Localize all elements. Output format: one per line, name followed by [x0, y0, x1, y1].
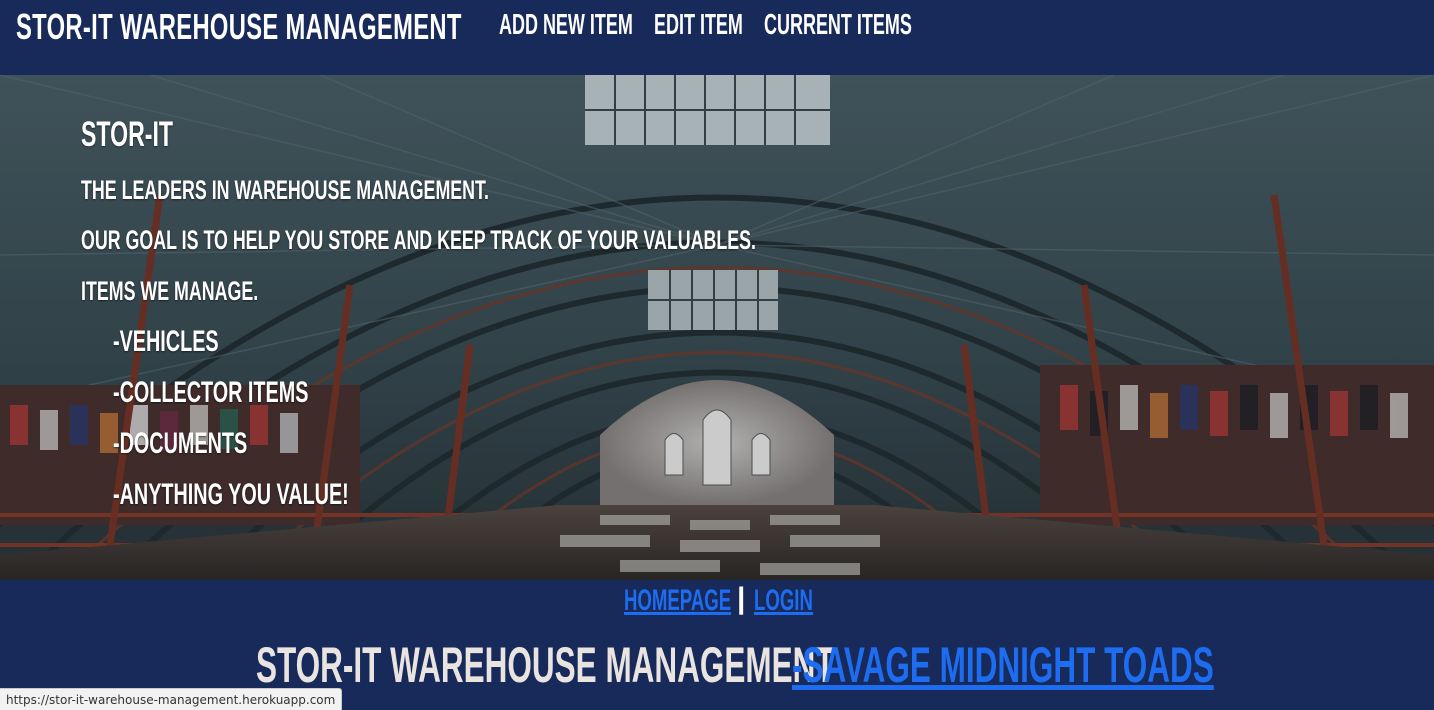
- list-item: -Anything you value!: [113, 478, 349, 511]
- page: Stor-It Warehouse Management Add New Ite…: [0, 0, 1434, 710]
- footer-separator: |: [737, 582, 746, 615]
- nav-current-items[interactable]: Current Items: [764, 9, 912, 42]
- hero-text-block: Stor-It The leaders in warehouse managem…: [81, 75, 1081, 580]
- list-item: -Vehicles: [113, 325, 219, 358]
- hero-items-heading: Items we manage.: [81, 276, 259, 306]
- list-item: -Documents: [113, 427, 248, 460]
- credits-text: Stor-It Warehouse Management: [256, 637, 835, 693]
- footer-login-link[interactable]: Login: [754, 584, 813, 618]
- hero-goal: Our goal is to help you store and keep t…: [81, 225, 756, 255]
- footer-links: Homepage | Login: [0, 582, 1434, 622]
- nav-edit-item[interactable]: Edit Item: [654, 9, 743, 42]
- hero-banner: Stor-It The leaders in warehouse managem…: [0, 75, 1434, 580]
- list-item: -Collector Items: [113, 376, 309, 409]
- status-url-tooltip: https://stor-it-warehouse-management.her…: [0, 688, 343, 710]
- footer-homepage-link[interactable]: Homepage: [624, 584, 731, 618]
- hero-tagline: The leaders in warehouse management.: [81, 175, 489, 205]
- credits-team-link[interactable]: -Savage Midnight Toads: [792, 636, 1214, 694]
- hero-title: Stor-It: [81, 115, 173, 154]
- brand-link[interactable]: Stor-It Warehouse Management: [16, 6, 462, 48]
- nav-add-new-item[interactable]: Add New Item: [499, 9, 633, 42]
- navbar: Stor-It Warehouse Management Add New Ite…: [0, 0, 1434, 75]
